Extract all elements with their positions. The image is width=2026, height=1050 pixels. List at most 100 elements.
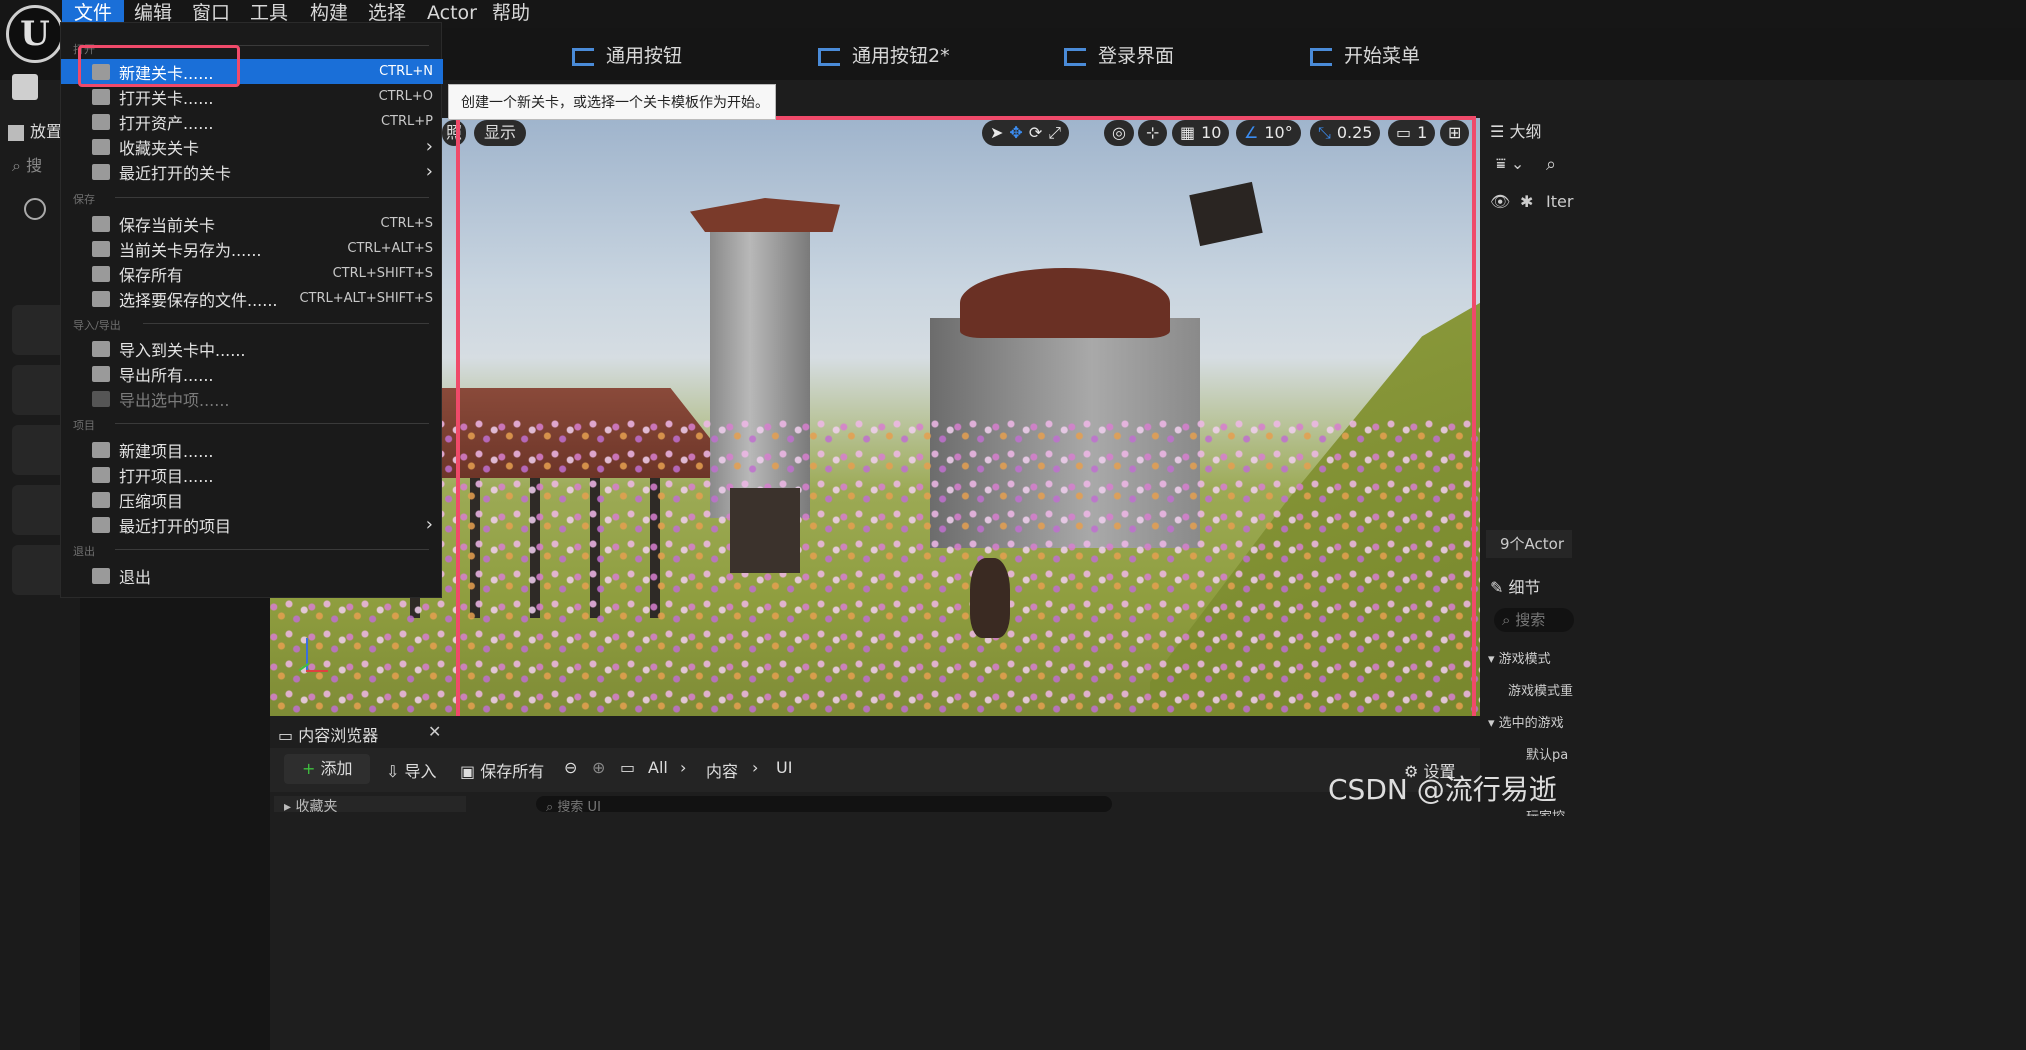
choose-files-icon (92, 290, 110, 307)
menu-exit[interactable]: 退出 (61, 563, 443, 588)
layout-grid-icon: ⊞ (1448, 123, 1462, 142)
history-forward-icon[interactable]: ⊕ (592, 758, 605, 777)
axis-gizmo-icon (296, 638, 336, 678)
menu-favorite-levels[interactable]: 收藏夹关卡 › (61, 134, 443, 159)
recent-project-icon (92, 516, 110, 533)
scale-snap-icon: ⤡ (1318, 123, 1331, 142)
favorite-level-icon (92, 138, 110, 155)
surface-snap-toggle[interactable]: ⊹ (1138, 120, 1168, 146)
rotation-snap-control[interactable]: ∠ 10° (1236, 120, 1301, 146)
menu-export-all[interactable]: 导出所有...... (61, 361, 443, 386)
outliner-search-icon[interactable]: ⌕ (1546, 154, 1556, 175)
menu-save-level-as[interactable]: 当前关卡另存为...... CTRL+ALT+S (61, 236, 443, 261)
flower-field (270, 418, 1480, 718)
widget-blueprint-icon (1310, 47, 1332, 66)
tab-start-menu[interactable]: 开始菜单 (1310, 38, 1420, 74)
section-game-mode[interactable]: ▾ 游戏模式 (1488, 648, 1551, 667)
viewport-lighting-button[interactable]: 照 (442, 120, 467, 146)
place-actors-tab[interactable]: 放置 (8, 118, 62, 142)
breadcrumb-content[interactable]: 内容 (706, 758, 738, 782)
place-search-input[interactable]: ⌕ 搜 (12, 152, 60, 176)
content-browser-tab[interactable]: ▭ 内容浏览器 (278, 722, 378, 746)
chevron-right-icon: › (425, 514, 433, 535)
outliner-tab[interactable]: ☰ 大纲 (1490, 118, 1541, 142)
divider (143, 323, 429, 324)
grid-snap-control[interactable]: ▦ 10 (1172, 120, 1230, 146)
menu-save-all[interactable]: 保存所有 CTRL+SHIFT+S (61, 261, 443, 286)
new-level-tooltip: 创建一个新关卡，或选择一个关卡模板作为开始。 (448, 84, 776, 120)
menu-open-level[interactable]: 打开关卡...... CTRL+O (61, 84, 443, 109)
section-selected-game-mode[interactable]: ▾ 选中的游戏 (1488, 712, 1564, 731)
search-icon: ⌕ (1502, 611, 1511, 629)
camera-icon: ▭ (1396, 123, 1412, 142)
menu-open-project[interactable]: 打开项目...... (61, 462, 443, 487)
menu-import-into-level[interactable]: 导入到关卡中...... (61, 336, 443, 361)
viewport-layout-button[interactable]: ⊞ (1440, 120, 1470, 146)
move-icon[interactable]: ✥ (1009, 120, 1022, 146)
vase (970, 558, 1010, 638)
menu-open-asset[interactable]: 打开资产...... CTRL+P (61, 109, 443, 134)
section-project-label: 项目 (73, 419, 95, 432)
cube-plus-icon (8, 124, 24, 141)
visibility-eye-icon[interactable]: 👁 (1490, 192, 1510, 211)
widget-blueprint-icon (1064, 47, 1086, 66)
recent-clock-icon[interactable] (24, 198, 46, 220)
menu-choose-files-to-save[interactable]: 选择要保存的文件...... CTRL+ALT+SHIFT+S (61, 286, 443, 311)
angle-icon: ∠ (1244, 123, 1259, 142)
close-tab-icon[interactable]: ✕ (428, 722, 441, 741)
favorites-section[interactable]: ▸ 收藏夹 (274, 796, 466, 812)
content-search-input[interactable]: ⌕ 搜索 UI (536, 796, 1112, 812)
camera-speed-control[interactable]: ▭ 1 (1388, 120, 1436, 146)
grid-icon: ▦ (1180, 123, 1196, 142)
level-viewport[interactable] (270, 118, 1480, 718)
outliner-item-column: Iter (1546, 192, 1574, 211)
details-pencil-icon: ✎ (1490, 578, 1504, 597)
folder-icon[interactable]: ▭ (620, 758, 635, 777)
details-search-input[interactable]: ⌕ 搜索 (1494, 608, 1574, 632)
details-tab[interactable]: ✎ 细节 (1490, 574, 1541, 598)
menu-help[interactable]: 帮助 (480, 0, 542, 28)
tab-common-button-2[interactable]: 通用按钮2* (818, 38, 950, 74)
new-project-icon (92, 441, 110, 458)
viewport-show-button[interactable]: 显示 (474, 120, 527, 146)
breadcrumb-ui[interactable]: UI (776, 758, 792, 777)
menu-zip-project[interactable]: 压缩项目 (61, 487, 443, 512)
content-browser-toolbar (270, 748, 1480, 792)
menu-recent-levels[interactable]: 最近打开的关卡 › (61, 159, 443, 184)
castle-dome (960, 268, 1170, 338)
divider (115, 197, 429, 198)
section-import-export-label: 导入/导出 (73, 319, 121, 332)
scale-snap-control[interactable]: ⤡ 0.25 (1310, 120, 1381, 146)
save-all-button[interactable]: ▣ 保存所有 (460, 758, 544, 782)
annotation-highlight-new-level (78, 45, 240, 87)
unreal-logo-icon[interactable]: U (6, 5, 64, 63)
save-icon[interactable] (12, 74, 38, 100)
import-icon: ⇩ (386, 762, 400, 781)
rotate-icon[interactable]: ⟳ (1029, 120, 1042, 146)
menu-save-current-level[interactable]: 保存当前关卡 CTRL+S (61, 211, 443, 236)
right-panel (1480, 110, 2026, 1050)
tab-login[interactable]: 登录界面 (1064, 38, 1174, 74)
export-icon (92, 365, 110, 382)
search-icon: ⌕ (12, 156, 21, 175)
menu-recent-projects[interactable]: 最近打开的项目 › (61, 512, 443, 537)
divider (115, 549, 429, 550)
zip-project-icon (92, 491, 110, 508)
section-save-label: 保存 (73, 193, 95, 206)
scale-icon[interactable]: ⤢ (1048, 120, 1061, 146)
history-back-icon[interactable]: ⊖ (564, 758, 577, 777)
breadcrumb-all[interactable]: All (648, 758, 668, 777)
outliner-filter-icon[interactable]: ⩸ ⌄ (1496, 154, 1524, 174)
tab-common-button[interactable]: 通用按钮 (572, 38, 682, 74)
select-arrow-icon[interactable]: ➤ (990, 120, 1003, 146)
import-icon (92, 340, 110, 357)
pin-star-icon[interactable]: ✱ (1520, 192, 1533, 211)
file-menu: 打开 新建关卡...... CTRL+N 打开关卡...... CTRL+O 打开资… (60, 22, 443, 598)
menu-new-project[interactable]: 新建项目...... (61, 437, 443, 462)
breadcrumb-separator-icon: › (752, 758, 759, 777)
menu-export-selected[interactable]: 导出选中项...... (61, 386, 443, 411)
add-button[interactable]: + 添加 (284, 754, 370, 784)
default-pawn-row: 默认pa (1526, 748, 1569, 763)
import-button[interactable]: ⇩ 导入 (386, 758, 437, 782)
world-local-toggle[interactable]: ◎ (1104, 120, 1134, 146)
